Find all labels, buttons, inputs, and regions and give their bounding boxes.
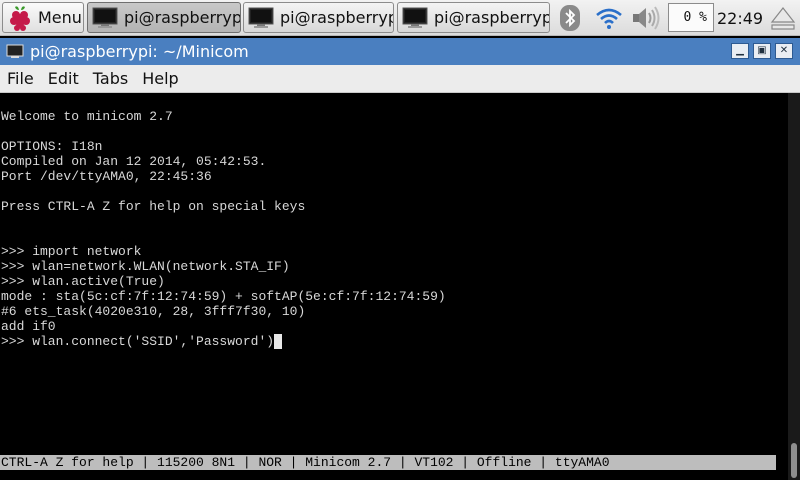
bluetooth-icon [560, 5, 580, 31]
minimize-icon: ▁ [736, 45, 744, 56]
terminal-line: Welcome to minicom 2.7 [1, 109, 173, 124]
cpu-usage-value: 0 % [683, 10, 707, 25]
terminal-line: >>> wlan=network.WLAN(network.STA_IF) [1, 259, 290, 274]
eject-icon [770, 7, 796, 30]
eject-tray[interactable] [766, 0, 800, 36]
text-cursor [274, 334, 283, 349]
task-label: pi@raspberrypi... [434, 8, 549, 27]
terminal-monitor-icon [248, 7, 274, 28]
taskbar: Menu pi@raspberrypi:... pi@raspberrypi..… [0, 0, 800, 36]
minimize-button[interactable]: ▁ [731, 43, 749, 59]
clock[interactable]: 22:49 [717, 0, 763, 36]
terminal-icon [6, 44, 24, 58]
task-label: pi@raspberrypi:... [124, 8, 241, 27]
taskbar-task-2[interactable]: pi@raspberrypi... [243, 2, 394, 33]
volume-tray[interactable] [628, 0, 664, 36]
volume-icon [633, 6, 660, 30]
taskbar-task-3[interactable]: pi@raspberrypi... [397, 2, 550, 33]
terminal-line: add if0 [1, 319, 56, 334]
terminal-line: >>> import network [1, 244, 142, 259]
terminal-output: Welcome to minicom 2.7 OPTIONS: I18n Com… [1, 109, 446, 349]
wifi-tray[interactable] [592, 0, 626, 36]
window-titlebar[interactable]: pi@raspberrypi: ~/Minicom [0, 38, 800, 65]
menu-label: Menu [38, 8, 82, 27]
terminal-monitor-icon [402, 7, 428, 28]
task-label: pi@raspberrypi... [280, 8, 393, 27]
wifi-icon [596, 8, 622, 29]
terminal-line: mode : sta(5c:cf:7f:12:74:59) + softAP(5… [1, 289, 446, 304]
close-icon: ✕ [779, 45, 789, 56]
menu-file[interactable]: File [0, 69, 41, 88]
terminal-line: Compiled on Jan 12 2014, 05:42:53. [1, 154, 267, 169]
terminal-line: OPTIONS: I18n [1, 139, 103, 154]
menu-edit[interactable]: Edit [41, 69, 86, 88]
cpu-usage-monitor[interactable]: 0 % [668, 3, 714, 32]
bluetooth-tray[interactable] [556, 0, 584, 36]
menubar: File Edit Tabs Help [0, 65, 800, 93]
terminal-area[interactable]: Welcome to minicom 2.7 OPTIONS: I18n Com… [0, 93, 788, 480]
menu-help[interactable]: Help [135, 69, 185, 88]
minicom-status-line: CTRL-A Z for help | 115200 8N1 | NOR | M… [0, 455, 776, 470]
terminal-monitor-icon [92, 7, 118, 28]
maximize-button[interactable]: ▣ [753, 43, 771, 59]
window-title: pi@raspberrypi: ~/Minicom [30, 42, 249, 61]
terminal-line: Port /dev/ttyAMA0, 22:45:36 [1, 169, 212, 184]
maximize-icon: ▣ [757, 45, 767, 56]
scrollbar-thumb[interactable] [791, 443, 797, 478]
terminal-line: #6 ets_task(4020e310, 28, 3fff7f30, 10) [1, 304, 306, 319]
menu-tabs[interactable]: Tabs [86, 69, 135, 88]
terminal-line: >>> wlan.active(True) [1, 274, 165, 289]
close-button[interactable]: ✕ [775, 43, 793, 59]
raspberry-logo-icon [10, 5, 30, 31]
terminal-prompt-line: >>> wlan.connect('SSID','Password') [1, 334, 275, 349]
menu-button[interactable]: Menu [2, 2, 84, 33]
taskbar-task-1[interactable]: pi@raspberrypi:... [87, 2, 241, 33]
scrollbar[interactable] [788, 93, 800, 480]
terminal-line: Press CTRL-A Z for help on special keys [1, 199, 306, 214]
